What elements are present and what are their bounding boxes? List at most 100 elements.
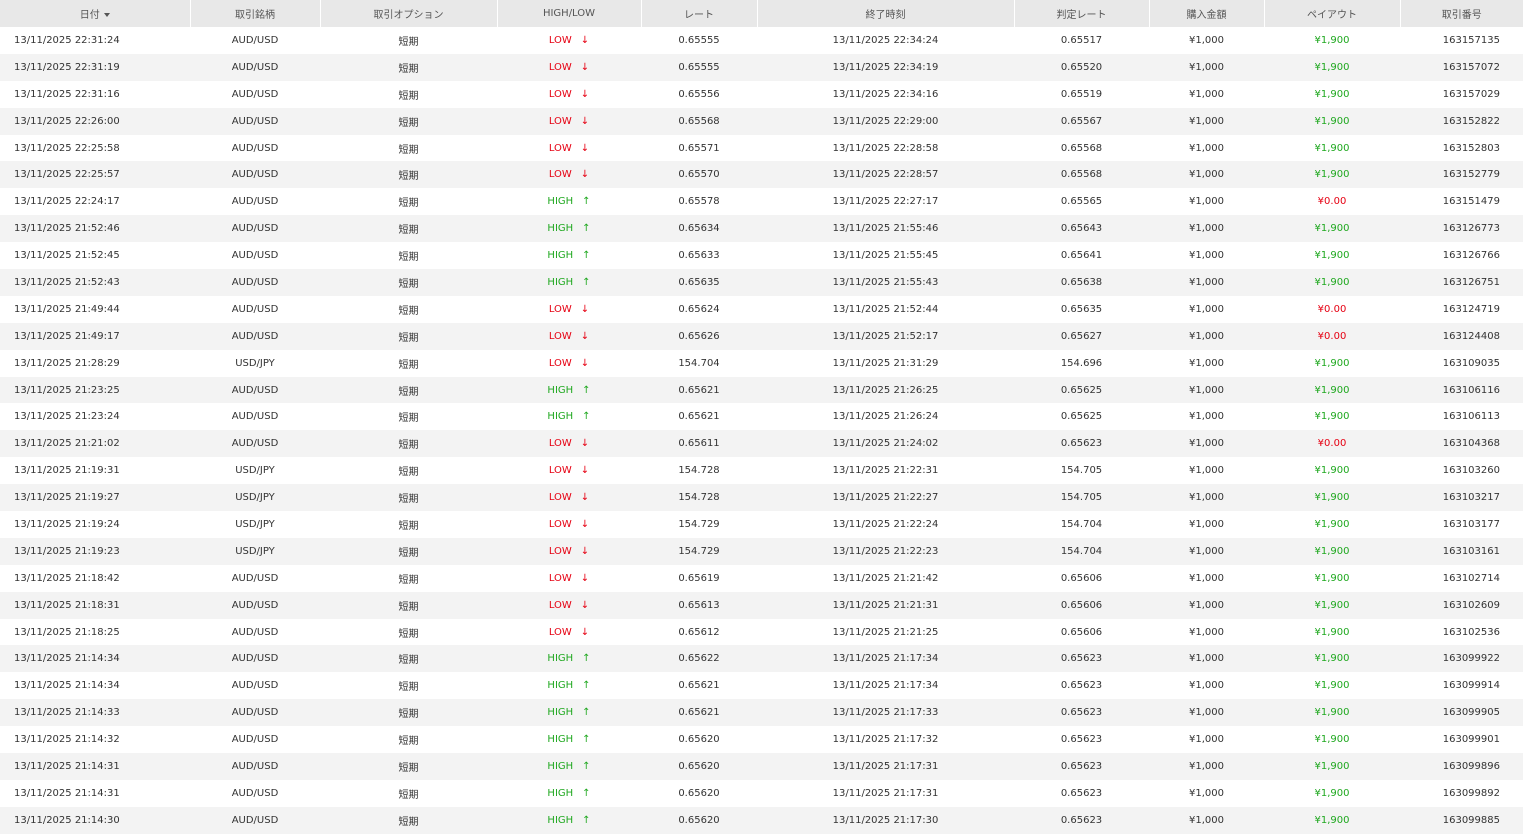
cell-pair: AUD/USD [231, 411, 279, 423]
column-header-trade-id[interactable]: 取引番号 [1399, 0, 1523, 27]
cell-judge-rate: 0.65567 [1014, 107, 1149, 135]
table-row[interactable]: 13/11/2025 21:14:30 AUD/USD 短期 HIGH ↑ 0.65620… [0, 806, 1523, 834]
cell-pair: AUD/USD [231, 88, 279, 100]
cell-judge-rate: 0.65623 [1014, 753, 1149, 780]
table-row[interactable]: 13/11/2025 21:14:31 AUD/USD 短期 HIGH ↑ 0.65620… [0, 780, 1523, 807]
direction-label: LOW [548, 545, 572, 557]
cell-pair: AUD/USD [231, 626, 279, 638]
column-header-rate[interactable]: レート [640, 0, 757, 27]
table-row[interactable]: 13/11/2025 21:28:29 USD/JPY 短期 LOW ↓ 154.704 1… [0, 350, 1523, 377]
table-row[interactable]: 13/11/2025 22:31:16 AUD/USD 短期 LOW ↓ 0.65556 1… [0, 81, 1523, 108]
column-header-judge-rate[interactable]: 判定レート [1013, 0, 1149, 27]
cell-end-time: 13/11/2025 21:17:31 [757, 753, 1014, 780]
table-row[interactable]: 13/11/2025 21:21:02 AUD/USD 短期 LOW ↓ 0.65611 1… [0, 430, 1523, 458]
cell-amount: ¥1,000 [1149, 215, 1264, 243]
cell-rate: 0.65611 [641, 430, 757, 458]
cell-pair: AUD/USD [231, 680, 279, 692]
column-header-date[interactable]: 日付 [0, 0, 190, 27]
cell-trade-id: 163102714 [1442, 572, 1500, 584]
cell-date: 13/11/2025 21:14:34 [14, 680, 120, 692]
table-header: 日付 取引銘柄 取引オプション HIGH/LOW レート 終了時刻 判定レート … [0, 0, 1523, 27]
cell-pair: AUD/USD [190, 753, 320, 780]
cell-rate: 0.65613 [641, 591, 757, 619]
direction-label: HIGH [547, 411, 574, 423]
cell-direction: LOW ↓ [497, 350, 641, 377]
cell-rate: 154.729 [641, 537, 757, 565]
table-row[interactable]: 13/11/2025 21:19:31 USD/JPY 短期 LOW ↓ 154.728 1… [0, 457, 1523, 484]
table-row[interactable]: 13/11/2025 21:23:25 AUD/USD 短期 HIGH ↑ 0.65621… [0, 376, 1523, 404]
table-row[interactable]: 13/11/2025 21:14:33 AUD/USD 短期 HIGH ↑ 0.65621… [0, 699, 1523, 727]
column-header-pair[interactable]: 取引銘柄 [189, 0, 320, 27]
cell-option: 短期 [398, 90, 419, 102]
cell-date: 13/11/2025 21:18:25 [14, 626, 120, 638]
arrow-down-icon: ↓ [580, 61, 590, 73]
cell-payout: ¥1,900 [1264, 537, 1400, 565]
table-row[interactable]: 13/11/2025 22:25:57 AUD/USD 短期 LOW ↓ 0.65570 1… [0, 161, 1523, 189]
cell-option: 短期 [398, 467, 419, 479]
cell-trade-id: 163104368 [1400, 430, 1523, 458]
table-row[interactable]: 13/11/2025 21:14:32 AUD/USD 短期 HIGH ↑ 0.65620… [0, 726, 1523, 753]
direction-label: HIGH [547, 680, 574, 692]
table-row[interactable]: 13/11/2025 21:18:25 AUD/USD 短期 LOW ↓ 0.65612 1… [0, 619, 1523, 646]
cell-payout: ¥1,900 [1264, 484, 1400, 512]
cell-end-time: 13/11/2025 22:34:16 [832, 88, 939, 100]
column-header-amount[interactable]: 購入金額 [1148, 0, 1264, 27]
cell-rate: 0.65621 [678, 411, 720, 423]
arrow-down-icon: ↓ [580, 142, 590, 154]
cell-judge-rate: 154.704 [1014, 537, 1149, 565]
cell-rate: 154.728 [678, 465, 720, 477]
cell-end-time: 13/11/2025 21:52:17 [757, 322, 1014, 350]
cell-trade-id: 163152779 [1400, 161, 1523, 189]
table-row[interactable]: 13/11/2025 21:14:31 AUD/USD 短期 HIGH ↑ 0.65620… [0, 753, 1523, 780]
cell-option: 短期 [398, 305, 419, 317]
table-row[interactable]: 13/11/2025 21:14:34 AUD/USD 短期 HIGH ↑ 0.65621… [0, 672, 1523, 699]
cell-direction: LOW ↓ [497, 81, 641, 108]
cell-amount: ¥1,000 [1189, 465, 1224, 477]
direction-label: LOW [548, 357, 572, 369]
table-row[interactable]: 13/11/2025 22:24:17 AUD/USD 短期 HIGH ↑ 0.65578… [0, 188, 1523, 215]
table-row[interactable]: 13/11/2025 21:19:24 USD/JPY 短期 LOW ↓ 154.729 1… [0, 511, 1523, 538]
cell-amount: ¥1,000 [1189, 357, 1224, 369]
table-row[interactable]: 13/11/2025 21:23:24 AUD/USD 短期 HIGH ↑ 0.65621… [0, 403, 1523, 430]
table-row[interactable]: 13/11/2025 21:52:45 AUD/USD 短期 HIGH ↑ 0.65633… [0, 242, 1523, 269]
table-row[interactable]: 13/11/2025 21:52:46 AUD/USD 短期 HIGH ↑ 0.65634… [0, 215, 1523, 243]
column-header-option[interactable]: 取引オプション [319, 0, 497, 27]
cell-direction: LOW ↓ [497, 322, 641, 350]
cell-judge-rate: 0.65625 [1060, 411, 1103, 423]
table-row[interactable]: 13/11/2025 21:14:34 AUD/USD 短期 HIGH ↑ 0.65622… [0, 645, 1523, 673]
table-row[interactable]: 13/11/2025 21:19:23 USD/JPY 短期 LOW ↓ 154.729 1… [0, 537, 1523, 565]
cell-direction: HIGH ↑ [497, 403, 641, 430]
cell-judge-rate: 0.65623 [1014, 430, 1149, 458]
arrow-up-icon: ↑ [582, 276, 591, 288]
table-row[interactable]: 13/11/2025 21:49:44 AUD/USD 短期 LOW ↓ 0.65624 1… [0, 296, 1523, 323]
cell-direction: LOW ↓ [497, 565, 641, 592]
cell-date: 13/11/2025 21:18:42 [14, 572, 120, 584]
table-row[interactable]: 13/11/2025 21:18:31 AUD/USD 短期 LOW ↓ 0.65613 1… [0, 591, 1523, 619]
table-row[interactable]: 13/11/2025 22:31:19 AUD/USD 短期 LOW ↓ 0.65555 1… [0, 53, 1523, 81]
table-row[interactable]: 13/11/2025 21:18:42 AUD/USD 短期 LOW ↓ 0.65619 1… [0, 565, 1523, 592]
cell-end-time: 13/11/2025 21:55:43 [757, 269, 1014, 296]
table-row[interactable]: 13/11/2025 21:19:27 USD/JPY 短期 LOW ↓ 154.728 1… [0, 484, 1523, 512]
table-row[interactable]: 13/11/2025 22:31:24 AUD/USD 短期 LOW ↓ 0.65555 1… [0, 27, 1523, 54]
table-row[interactable]: 13/11/2025 21:52:43 AUD/USD 短期 HIGH ↑ 0.65635… [0, 269, 1523, 296]
table-row[interactable]: 13/11/2025 21:49:17 AUD/USD 短期 LOW ↓ 0.65626 1… [0, 322, 1523, 350]
cell-rate: 0.65612 [678, 626, 720, 638]
arrow-down-icon: ↓ [580, 545, 590, 557]
cell-end-time: 13/11/2025 22:34:24 [832, 34, 939, 46]
cell-trade-id: 163099885 [1400, 806, 1523, 834]
column-header-payout[interactable]: ペイアウト [1263, 0, 1400, 27]
cell-date: 13/11/2025 21:49:44 [14, 303, 120, 315]
arrow-down-icon: ↓ [580, 465, 590, 477]
cell-amount: ¥1,000 [1149, 645, 1264, 673]
table-row[interactable]: 13/11/2025 22:26:00 AUD/USD 短期 LOW ↓ 0.65568 1… [0, 107, 1523, 135]
cell-end-time: 13/11/2025 21:22:27 [757, 484, 1014, 512]
cell-amount: ¥1,000 [1149, 484, 1264, 512]
column-header-end-time[interactable]: 終了時刻 [756, 0, 1014, 27]
cell-date: 13/11/2025 21:19:24 [14, 518, 120, 530]
cell-trade-id: 163157029 [1442, 88, 1500, 100]
cell-amount: ¥1,000 [1189, 303, 1224, 315]
arrow-down-icon: ↓ [580, 438, 590, 450]
arrow-up-icon: ↑ [582, 384, 591, 396]
table-row[interactable]: 13/11/2025 22:25:58 AUD/USD 短期 LOW ↓ 0.65571 1… [0, 135, 1523, 162]
column-header-direction[interactable]: HIGH/LOW [496, 0, 641, 27]
